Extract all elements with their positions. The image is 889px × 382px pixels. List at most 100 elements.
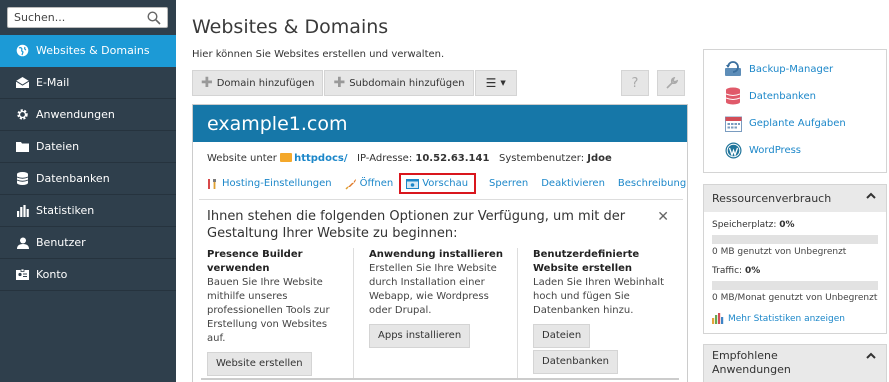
open-link[interactable]: Öffnen	[345, 178, 394, 190]
create-website-button[interactable]: Website erstellen	[207, 352, 312, 376]
add-subdomain-button[interactable]: ✚ Subdomain hinzufügen	[324, 70, 474, 96]
section-bottom-border	[201, 378, 679, 380]
recommended-apps-title: Empfohlene Anwendungen	[712, 349, 791, 376]
add-subdomain-label: Subdomain hinzufügen	[349, 77, 465, 89]
databases-label: Datenbanken	[749, 90, 816, 102]
nav-label: Anwendungen	[36, 108, 115, 121]
website-prefix: Website unter	[207, 153, 277, 164]
nav-item-databases[interactable]: Datenbanken	[0, 163, 176, 195]
nav-label: Dateien	[36, 140, 80, 153]
toolbar: ✚ Domain hinzufügen ✚ Subdomain hinzufüg…	[192, 70, 518, 96]
nav-item-statistics[interactable]: Statistiken	[0, 195, 176, 227]
backup-manager-link[interactable]: Backup-Manager	[724, 60, 833, 78]
wrench-icon	[665, 76, 678, 89]
more-statistics-link[interactable]: Mehr Statistiken anzeigen	[712, 313, 845, 324]
custom-website-text: Laden Sie Ihren Webinhalt hoch und fügen…	[533, 277, 665, 316]
plus-icon: ✚	[333, 75, 346, 91]
hamburger-icon: ☰	[485, 76, 497, 90]
traffic-bar	[712, 281, 878, 290]
recommended-apps-header[interactable]: Empfohlene Anwendungen	[704, 345, 886, 382]
database-icon	[724, 87, 742, 105]
custom-website-title: Benutzerdefinierte Website erstellen	[533, 249, 640, 274]
backup-manager-label: Backup-Manager	[749, 63, 834, 75]
chevron-up-icon[interactable]	[865, 190, 877, 202]
install-apps-button[interactable]: Apps installieren	[369, 324, 471, 348]
help-button[interactable]: ?	[621, 70, 649, 96]
more-menu-button[interactable]: ☰ ▼	[474, 70, 517, 96]
nav-item-files[interactable]: Dateien	[0, 131, 176, 163]
hosting-settings-link[interactable]: Hosting-Einstellungen	[207, 178, 332, 190]
settings-button[interactable]	[657, 70, 685, 96]
storage-label: Speicherplatz:	[712, 220, 777, 230]
custom-buttons: Dateien Datenbanken	[533, 324, 671, 374]
chevron-up-icon[interactable]	[865, 350, 877, 362]
sidebar: Websites & Domains E-Mail Anwendungen Da…	[0, 0, 176, 382]
suspend-link[interactable]: Sperren	[489, 178, 528, 189]
resource-usage-header[interactable]: Ressourcenverbrauch	[704, 185, 886, 212]
scheduled-tasks-link[interactable]: Geplante Aufgaben	[724, 114, 846, 132]
install-app-text: Erstellen Sie Ihre Website durch Install…	[369, 263, 497, 316]
id-card-icon	[16, 268, 29, 281]
caret-down-icon: ▼	[500, 79, 506, 87]
domain-panel: example1.com Website unter httpdocs/ IP-…	[192, 104, 688, 382]
presence-builder-text: Bauen Sie Ihre Website mithilfe unseres …	[207, 277, 330, 344]
domain-name-header: example1.com	[193, 105, 687, 142]
docroot-link[interactable]: httpdocs/	[294, 153, 347, 164]
tools-icon	[207, 178, 219, 190]
files-button[interactable]: Dateien	[533, 324, 591, 348]
hosting-settings-label: Hosting-Einstellungen	[222, 178, 332, 189]
search-icon[interactable]	[147, 11, 161, 25]
main-content: Websites & Domains Hier können Sie Websi…	[176, 0, 889, 382]
preview-label: Vorschau	[422, 178, 469, 189]
nav-item-email[interactable]: E-Mail	[0, 67, 176, 99]
deactivate-link[interactable]: Deaktivieren	[541, 178, 605, 189]
wordpress-link[interactable]: WordPress	[724, 141, 801, 159]
databases-link[interactable]: Datenbanken	[724, 87, 816, 105]
page-title: Websites & Domains	[192, 16, 389, 38]
ip-value: 10.52.63.141	[415, 153, 490, 164]
traffic-sub: 0 MB/Monat genutzt von Unbegrenzt	[712, 293, 878, 303]
folder-icon	[16, 140, 29, 153]
storage-sub: 0 MB genutzt von Unbegrenzt	[712, 247, 847, 257]
recommended-apps-panel: Empfohlene Anwendungen	[703, 344, 887, 382]
ip-label: IP-Adresse:	[357, 153, 413, 164]
quick-links-panel: Backup-Manager Datenbanken Geplante Aufg…	[703, 49, 887, 173]
search-box[interactable]	[7, 7, 168, 28]
add-domain-button[interactable]: ✚ Domain hinzufügen	[192, 70, 324, 96]
resource-usage-panel: Ressourcenverbrauch Speicherplatz: 0% 0 …	[703, 184, 887, 334]
nav-item-websites-domains[interactable]: Websites & Domains	[0, 35, 176, 67]
sysuser-label: Systembenutzer:	[498, 153, 585, 164]
domain-actions: Hosting-Einstellungen Öffnen Vorschau Sp…	[207, 173, 686, 194]
calendar-icon	[724, 114, 742, 132]
open-label: Öffnen	[359, 178, 394, 189]
wordpress-label: WordPress	[749, 144, 802, 156]
bar-chart-icon	[16, 204, 29, 217]
nav-label: Statistiken	[36, 204, 95, 217]
search-input[interactable]	[8, 8, 138, 27]
resource-usage-title: Ressourcenverbrauch	[712, 192, 832, 205]
nav-item-applications[interactable]: Anwendungen	[0, 99, 176, 131]
traffic-value: 0%	[744, 266, 761, 276]
nav-label: Benutzer	[36, 236, 86, 249]
gear-icon	[16, 108, 29, 121]
column-divider	[353, 248, 354, 378]
scheduled-tasks-label: Geplante Aufgaben	[749, 117, 846, 129]
storage-usage-line: Speicherplatz: 0%	[712, 220, 795, 230]
databases-button[interactable]: Datenbanken	[533, 350, 618, 374]
description-link[interactable]: Beschreibung	[618, 178, 686, 189]
nav-item-account[interactable]: Konto	[0, 259, 176, 291]
nav-label: E-Mail	[36, 76, 70, 89]
presence-builder-column: Presence Builder verwenden Bauen Sie Ihr…	[207, 248, 347, 376]
globe-icon	[16, 44, 29, 57]
user-icon	[16, 236, 29, 249]
nav-label: Konto	[36, 268, 68, 281]
main-navigation: Websites & Domains E-Mail Anwendungen Da…	[0, 35, 176, 291]
preview-link[interactable]: Vorschau	[399, 173, 477, 194]
sysuser-value: Jdoe	[587, 153, 612, 164]
close-icon[interactable]: ✕	[657, 209, 669, 225]
presence-builder-title: Presence Builder verwenden	[207, 249, 303, 274]
page-description: Hier können Sie Websites erstellen und v…	[192, 49, 445, 60]
preview-icon	[406, 178, 420, 189]
nav-item-users[interactable]: Benutzer	[0, 227, 176, 259]
envelope-icon	[16, 76, 29, 89]
